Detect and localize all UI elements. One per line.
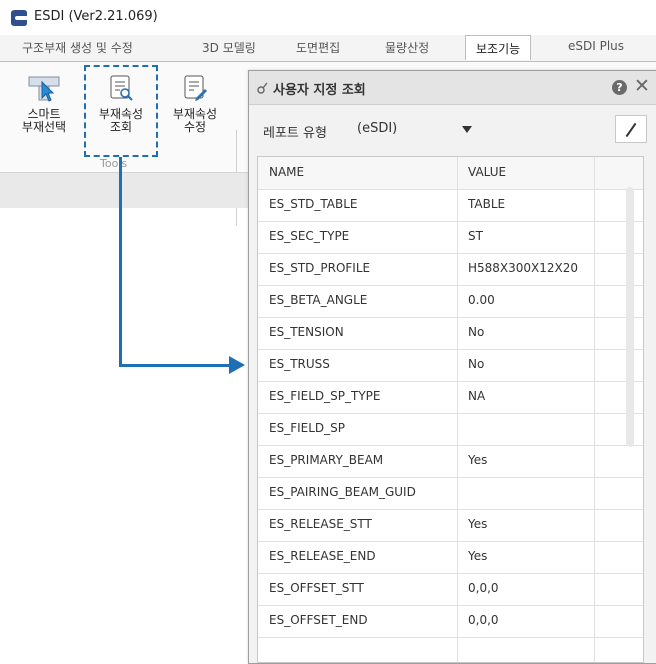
property-name: ES_STD_TABLE [269, 197, 358, 211]
close-icon[interactable]: ✕ [634, 75, 650, 97]
tab-auxiliary-functions[interactable]: 보조기능 [465, 35, 532, 60]
report-type-label: 레포트 유형 [263, 126, 327, 141]
property-name: ES_TRUSS [269, 357, 330, 371]
property-value: ST [468, 229, 483, 243]
table-row[interactable]: ES_STD_TABLE TABLE [258, 189, 643, 222]
property-name: ES_BETA_ANGLE [269, 293, 368, 307]
tab-drawing-edit[interactable]: 도면편집 [296, 39, 340, 56]
property-name: ES_SEC_TYPE [269, 229, 350, 243]
help-icon[interactable]: ? [612, 80, 627, 95]
highlight-box [84, 65, 158, 157]
property-value: H588X300X12X20 [468, 261, 579, 275]
table-row[interactable]: ES_TRUSS No [258, 349, 643, 382]
panel-header: 사용자 지정 조회 ? ✕ [249, 71, 656, 105]
property-value: No [468, 357, 485, 371]
custom-query-panel: 사용자 지정 조회 ? ✕ 레포트 유형 (eSDI) NAME VALUE E… [248, 70, 656, 664]
property-name: ES_RELEASE_STT [269, 517, 372, 531]
pencil-icon [625, 122, 637, 138]
member-property-edit-icon [184, 75, 207, 101]
property-name: ES_STD_PROFILE [269, 261, 371, 275]
property-value: Yes [468, 453, 488, 467]
window-title: ESDI (Ver2.21.069) [34, 9, 158, 24]
tab-quantity-calc[interactable]: 물량산정 [385, 39, 429, 56]
property-value: 0,0,0 [468, 581, 499, 595]
property-value: Yes [468, 517, 488, 531]
chevron-down-icon [462, 126, 472, 133]
property-name: ES_OFFSET_STT [269, 581, 364, 595]
table-row[interactable]: ES_RELEASE_STT Yes [258, 509, 643, 542]
tab-3d-modeling[interactable]: 3D 모델링 [202, 39, 256, 56]
column-header-name: NAME [269, 165, 305, 179]
member-property-edit-button[interactable]: 부재속성 수정 [163, 74, 227, 134]
edit-report-button[interactable] [615, 115, 647, 143]
table-row[interactable]: ES_STD_PROFILE H588X300X12X20 [258, 253, 643, 286]
property-name: ES_TENSION [269, 325, 344, 339]
property-name: ES_PRIMARY_BEAM [269, 453, 384, 467]
smart-select-button[interactable]: 스마트 부재선택 [14, 74, 74, 134]
menu-tab-bar: 구조부재 생성 및 수정 3D 모델링 도면편집 물량산정 보조기능 eSDI … [0, 35, 656, 62]
esdi-logo-icon [11, 10, 27, 26]
vertical-scrollbar[interactable] [626, 187, 634, 447]
smart-select-icon [28, 76, 60, 102]
tab-member-create-edit[interactable]: 구조부재 생성 및 수정 [22, 39, 133, 56]
table-row[interactable]: ES_PRIMARY_BEAM Yes [258, 445, 643, 478]
connector-line-vertical [119, 157, 122, 365]
connector-line-horizontal [119, 364, 231, 367]
property-value: Yes [468, 549, 488, 563]
property-table: NAME VALUE ES_STD_TABLE TABLE ES_SEC_TYPE S… [257, 156, 644, 663]
report-type-value: (eSDI) [357, 121, 398, 136]
table-row[interactable]: ES_OFFSET_END 0,0,0 [258, 605, 643, 638]
table-row[interactable]: ES_SEC_TYPE ST [258, 221, 643, 254]
property-name: ES_FIELD_SP_TYPE [269, 389, 381, 403]
property-value: 0,0,0 [468, 613, 499, 627]
report-type-select[interactable]: (eSDI) [357, 116, 497, 142]
table-row[interactable]: ES_TENSION No [258, 317, 643, 350]
key-icon [257, 82, 268, 94]
table-row[interactable]: ES_FIELD_SP_TYPE NA [258, 381, 643, 414]
table-row[interactable]: ES_OFFSET_STT 0,0,0 [258, 573, 643, 606]
smart-select-label: 스마트 부재선택 [21, 107, 67, 134]
property-name: ES_OFFSET_END [269, 613, 368, 627]
tab-esdi-plus[interactable]: eSDI Plus [568, 39, 624, 53]
table-header: NAME VALUE [258, 157, 643, 190]
property-name: ES_PAIRING_BEAM_GUID [269, 485, 416, 499]
table-row[interactable]: ES_FIELD_SP [258, 413, 643, 446]
column-divider [457, 157, 458, 662]
table-row[interactable]: ES_RELEASE_END Yes [258, 541, 643, 574]
property-value: 0.00 [468, 293, 495, 307]
property-name: ES_RELEASE_END [269, 549, 376, 563]
connector-arrow-icon [229, 356, 245, 374]
ribbon-group-label: Tools [100, 157, 128, 170]
title-bar: ESDI (Ver2.21.069) [0, 0, 656, 36]
column-header-value: VALUE [468, 165, 507, 179]
table-row[interactable]: ES_BETA_ANGLE 0.00 [258, 285, 643, 318]
column-divider [594, 157, 595, 662]
property-value: No [468, 325, 485, 339]
property-value: NA [468, 389, 486, 403]
table-row[interactable]: ES_PAIRING_BEAM_GUID [258, 477, 643, 510]
member-property-edit-label: 부재속성 수정 [172, 107, 218, 134]
property-value: TABLE [468, 197, 506, 211]
property-name: ES_FIELD_SP [269, 421, 346, 435]
panel-title: 사용자 지정 조회 [273, 83, 366, 98]
